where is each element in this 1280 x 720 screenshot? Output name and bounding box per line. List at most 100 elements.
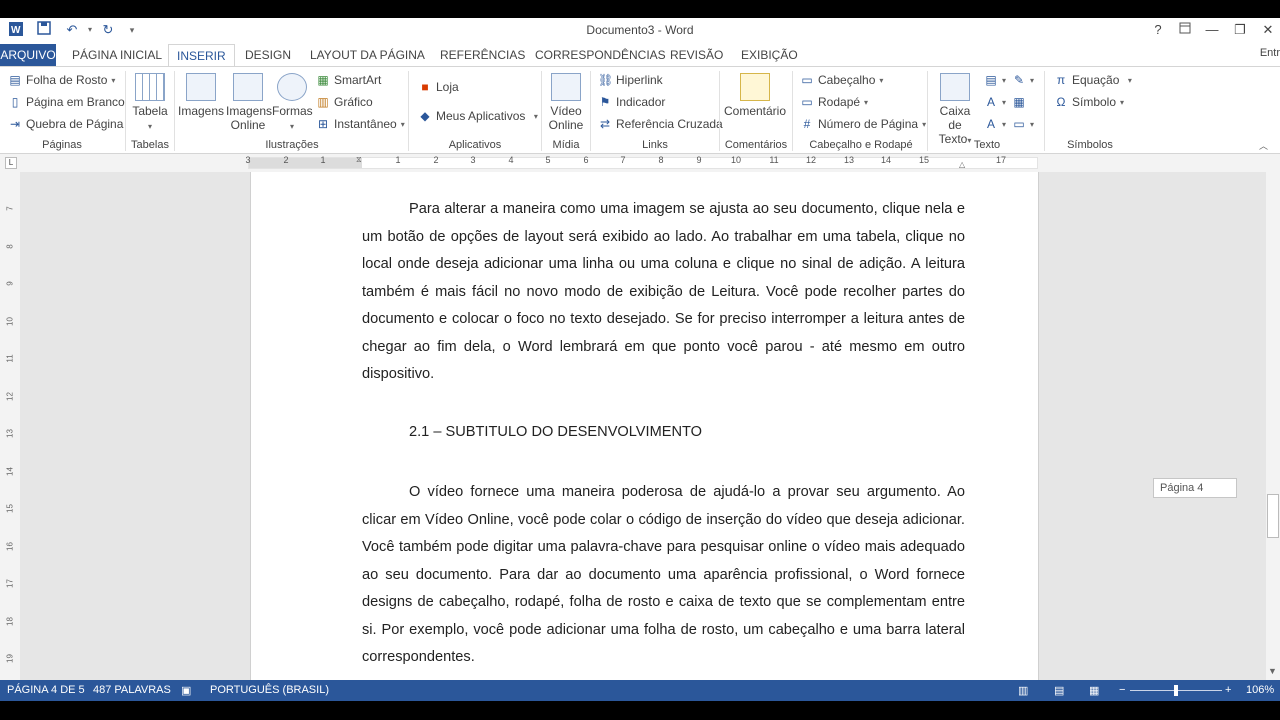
shapes-button[interactable]: Formas ▾ [272,73,313,134]
blank-page-button[interactable]: ▯ Página em Branco [8,95,125,109]
help-button[interactable]: ? [1146,20,1170,40]
vertical-scrollbar[interactable]: ▲ ▼ [1266,172,1280,680]
symbol-button[interactable]: Ω Símbolo ▾ [1054,95,1125,109]
print-layout-icon[interactable]: ▤ [1054,684,1064,697]
cover-page-button[interactable]: ▤ Folha de Rosto ▾ [8,73,115,87]
minimize-button[interactable]: — [1200,20,1224,40]
wordart-icon[interactable]: A ▾ [984,95,1006,109]
my-apps-button[interactable]: ◆ Meus Aplicativos ▾ [418,109,537,123]
group-label-comments: Comentários [724,139,788,151]
screenshot-button[interactable]: ⊞ Instantâneo ▾ [316,117,405,131]
tab-mailings[interactable]: CORRESPONDÊNCIAS [527,44,674,66]
page-number-button[interactable]: # Número de Página ▾ [800,117,926,131]
sign-in-link[interactable]: Entr [1260,47,1280,59]
horizontal-ruler[interactable]: L 3 2 1 1 2 3 4 5 6 7 8 9 10 11 12 13 14 15 17 ⧖ △ [0,154,1280,172]
ruler-tick-label: 17 [995,155,1006,165]
vruler-tick-label: 8 [5,243,15,249]
proofing-icon[interactable]: ▣ [181,684,191,697]
tab-home[interactable]: PÁGINA INICIAL [64,44,170,66]
right-indent-marker-icon[interactable]: △ [959,160,965,169]
store-button[interactable]: ■ Loja [418,80,458,94]
tab-design[interactable]: DESIGN [237,44,299,66]
page-count[interactable]: PÁGINA 4 DE 5 [7,684,85,696]
group-divider [541,71,542,151]
signature-line-icon[interactable]: ✎ ▾ [1012,73,1034,87]
word-count[interactable]: 487 PALAVRAS [93,684,171,696]
equation-button[interactable]: π Equação ▾ [1054,73,1132,87]
document-page[interactable]: Para alterar a maneira como uma imagem s… [250,172,1039,680]
zoom-out-icon[interactable]: − [1119,684,1125,696]
ruler-tick-label: 2 [283,155,289,165]
tab-view[interactable]: EXIBIÇÃO [733,44,806,66]
scrollbar-thumb[interactable] [1267,494,1279,538]
vertical-ruler: 7 8 9 10 11 12 13 14 15 16 17 18 19 [0,172,20,680]
group-label-links: Links [642,139,668,151]
ruler-tick-label: 14 [880,155,891,165]
ruler-tick-label: 7 [620,155,626,165]
vruler-tick-label: 16 [5,541,15,551]
scroll-down-icon[interactable]: ▼ [1268,666,1277,676]
indent-marker-icon[interactable]: ⧖ [356,155,362,165]
tab-review[interactable]: REVISÃO [662,44,731,66]
blank-page-label: Página em Branco [26,95,125,109]
language-indicator[interactable]: PORTUGUÊS (BRASIL) [210,684,329,696]
read-mode-icon[interactable]: ▥ [1018,684,1028,697]
zoom-slider-thumb[interactable] [1174,685,1178,696]
title-bar: W ↶ ▾ ↻ ▾ Documento3 - Word ? — ❐ ✕ [0,18,1280,44]
cross-reference-button[interactable]: ⇄ Referência Cruzada [598,117,723,131]
my-apps-icon: ◆ [420,109,430,123]
bookmark-icon: ⚑ [599,95,611,109]
equation-label: Equação [1072,73,1120,87]
online-images-label-2: Online [230,118,266,132]
body-paragraph-2[interactable]: O vídeo fornece uma maneira poderosa de … [362,479,965,672]
comment-button[interactable]: Comentário [722,73,788,118]
zoom-in-icon[interactable]: + [1225,684,1231,696]
close-button[interactable]: ✕ [1256,20,1280,40]
table-button[interactable]: Tabela ▾ [130,73,170,134]
vruler-tick-label: 9 [5,281,15,286]
collapse-ribbon-icon[interactable]: ︿ [1259,139,1268,152]
drop-cap-icon[interactable]: A ▾ [984,117,1006,131]
vruler-tick-label: 15 [5,504,15,513]
section-heading[interactable]: 2.1 – SUBTITULO DO DESENVOLVIMENTO [409,424,702,440]
object-icon[interactable]: ▭ ▾ [1012,117,1034,131]
header-button[interactable]: ▭ Cabeçalho ▾ [800,73,883,87]
footer-button[interactable]: ▭ Rodapé ▾ [800,95,868,109]
group-label-pages: Páginas [42,139,82,151]
comment-icon [740,73,770,101]
tab-file[interactable]: ARQUIVO [0,44,56,66]
ribbon-display-options-icon[interactable] [1173,20,1197,40]
text-box-button[interactable]: Caixa de Texto▾ [932,73,978,148]
body-paragraph-1[interactable]: Para alterar a maneira como uma imagem s… [362,196,965,389]
quick-parts-icon[interactable]: ▤ ▾ [984,73,1006,87]
online-video-button[interactable]: Vídeo Online [546,73,586,132]
hyperlink-button[interactable]: ⛓ Hiperlink [598,73,663,87]
page-break-button[interactable]: ⇥ Quebra de Página [8,117,123,131]
page-tooltip: Página 4 [1153,478,1237,498]
online-video-label-1: Vídeo [550,104,582,118]
comment-label: Comentário [723,104,787,118]
vruler-tick-label: 17 [5,579,15,588]
vruler-tick-label: 14 [5,466,15,476]
date-time-icon[interactable]: ▦ [1012,95,1026,109]
zoom-level[interactable]: 106% [1246,684,1274,696]
tab-layout[interactable]: LAYOUT DA PÁGINA [302,44,433,66]
smartart-button[interactable]: ▦ SmartArt [316,73,381,87]
header-label: Cabeçalho [818,73,876,87]
cover-page-icon: ▤ [9,73,21,87]
images-button[interactable]: Imagens [178,73,224,118]
online-images-button[interactable]: Imagens Online [226,73,272,132]
tab-insert[interactable]: INSERIR [168,44,235,67]
group-label-media: Mídia [552,139,580,151]
bookmark-label: Indicador [616,95,666,109]
tab-selector-icon[interactable]: L [5,157,17,169]
group-divider [719,71,720,151]
vruler-tick-label: 10 [5,316,15,326]
tab-references[interactable]: REFERÊNCIAS [432,44,533,66]
web-layout-icon[interactable]: ▦ [1089,684,1099,697]
restore-button[interactable]: ❐ [1228,20,1252,40]
chart-button[interactable]: ▥ Gráfico [316,95,372,109]
bookmark-button[interactable]: ⚑ Indicador [598,95,666,109]
text-box-icon [940,73,970,101]
online-images-icon [233,73,263,101]
